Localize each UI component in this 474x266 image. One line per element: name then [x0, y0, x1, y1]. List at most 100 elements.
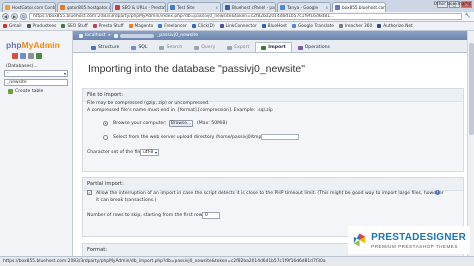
breadcrumb-server[interactable]: localhost	[85, 33, 106, 38]
tab-label: Operations	[304, 45, 330, 50]
tab-favicon-icon	[335, 5, 340, 10]
bookmark-item[interactable]: BlueHost	[261, 24, 287, 29]
tab-close-icon[interactable]: x	[324, 5, 328, 10]
browser-tab-bar: HostGator.com Control Panelxgator805.hos…	[0, 0, 474, 12]
watermark-brand: PRESTADESIGNER	[371, 232, 466, 243]
browser-tab-4[interactable]: Bluehost cPanel - passiv.ecommx	[222, 2, 276, 12]
bookmark-item[interactable]: SEO Stuff	[61, 23, 88, 29]
allow-interrupt-label: Allow the interruption of an import in c…	[96, 191, 444, 203]
bookmark-favicon-icon	[92, 24, 97, 28]
bookmark-label: Presta Stuff	[98, 23, 124, 29]
bookmark-favicon-icon	[158, 24, 163, 28]
breadcrumb-database[interactable]: _passivj0_newsite	[157, 33, 198, 38]
create-table-icon	[8, 89, 13, 94]
table-filter-input[interactable]: _newsite	[4, 79, 68, 86]
skip-rows-input[interactable]: 0	[202, 212, 220, 219]
tab-favicon-icon	[5, 5, 10, 10]
settings-icon[interactable]	[36, 53, 42, 59]
operations-icon	[297, 45, 303, 50]
bookmark-item[interactable]: Gmail	[3, 24, 22, 29]
browser-tab-3[interactable]: Test Site x	[167, 2, 221, 12]
bookmark-label: Authorize.Net	[383, 23, 413, 29]
tab-label: Query	[201, 45, 216, 50]
breadcrumb-redacted	[119, 33, 154, 38]
database-label: (Databases)...	[6, 64, 38, 69]
status-bar: https://box855.bluehost.com:2083/3rdpart…	[0, 256, 474, 266]
tab-query[interactable]: Query	[188, 42, 221, 52]
tab-label: Test Site	[177, 5, 195, 10]
bookmark-item[interactable]: Magento	[128, 23, 154, 29]
bookmark-label: Magento	[134, 23, 154, 29]
bookmark-item[interactable]: LinkConnector	[219, 24, 257, 29]
tab-operations[interactable]: Operations	[292, 42, 336, 52]
tab-label: gator805.hostgator.com	[67, 5, 111, 10]
bookmark-item[interactable]: Productees	[26, 24, 56, 29]
phpmyadmin-logo[interactable]: phpMyAdmin	[6, 40, 60, 50]
browse-computer-radio[interactable]	[103, 121, 108, 126]
import-icon	[261, 45, 267, 50]
create-table-link[interactable]: Create table	[8, 89, 43, 94]
tab-label: HostGator.com Control Panel	[12, 5, 56, 10]
tab-label: box855.bluehost.com / box855...	[342, 5, 386, 10]
bookmark-item[interactable]: Google Translate	[291, 24, 334, 29]
bookmark-favicon-icon	[377, 24, 382, 28]
back-button[interactable]: ◀	[2, 13, 9, 20]
tab-label: Structure	[98, 45, 120, 50]
tab-favicon-icon	[115, 5, 120, 10]
scrollbar-thumb[interactable]	[469, 43, 474, 135]
browser-tab-6[interactable]: box855.bluehost.com / box855...x	[332, 2, 386, 12]
database-select[interactable]: -	[4, 70, 68, 77]
tab-sql[interactable]: SQL	[125, 42, 153, 52]
reload-button[interactable]: ↻	[20, 13, 27, 20]
allow-interrupt-checkbox[interactable]	[87, 190, 92, 195]
bookmark-item[interactable]: Authorize.Net	[377, 23, 413, 29]
bookmark-favicon-icon	[338, 24, 343, 28]
server-icon	[79, 33, 83, 38]
docs-icon[interactable]	[28, 53, 34, 59]
page-title: Importing into the database "passivj0_ne…	[88, 63, 305, 75]
home-icon[interactable]	[12, 53, 18, 59]
prestadesigner-logo-icon	[353, 233, 366, 247]
bookmark-item[interactable]: Click(D)	[191, 23, 215, 29]
bookmark-label: SEO Stuff	[67, 23, 88, 29]
browse-button[interactable]: Browse...	[169, 120, 193, 127]
bookmark-item[interactable]: Ireacher 360	[338, 24, 372, 29]
tab-import[interactable]: Import	[255, 42, 292, 52]
logout-icon[interactable]	[20, 53, 26, 59]
help-info-icon[interactable]: i	[435, 190, 440, 195]
tab-export[interactable]: Export	[221, 42, 255, 52]
logo-admin-text: MyAdmin	[21, 40, 60, 50]
tab-search[interactable]: Search	[153, 42, 188, 52]
watermark-text: PRESTADESIGNER PREMIUM PRESTASHOP THEMES	[371, 232, 466, 249]
browser-tab-5[interactable]: Tanya - Google x	[277, 2, 331, 12]
webserver-file-select[interactable]	[261, 134, 299, 140]
compression-note: File may be compressed (gzip, zip) or un…	[87, 101, 210, 106]
tab-structure[interactable]: Structure	[85, 42, 125, 52]
bookmark-item[interactable]: Freelancer	[158, 24, 187, 29]
brand-designer: DESIGNER	[412, 231, 466, 243]
main-panel: localhost ▸ _passivj0_newsite Structure S…	[73, 31, 474, 256]
tab-label: Search	[166, 45, 183, 50]
browser-tab-1[interactable]: gator805.hostgator.comx	[57, 2, 111, 12]
breadcrumb-separator: ▸	[108, 33, 111, 38]
tab-label: Bluehost cPanel - passiv.ecomm	[232, 5, 275, 10]
url-input[interactable]: https://box855.bluehost.com:2083/3rdpart…	[29, 13, 462, 20]
address-bar-row: ◀ ▶ ↻ https://box855.bluehost.com:2083/3…	[0, 12, 474, 22]
forward-button[interactable]: ▶	[11, 13, 18, 20]
tab-favicon-icon	[170, 5, 175, 10]
search-icon	[159, 45, 165, 50]
browser-tab-0[interactable]: HostGator.com Control Panelx	[2, 2, 56, 12]
bookmark-favicon-icon	[191, 24, 196, 28]
bookmark-label: Click(D)	[197, 23, 215, 29]
vertical-scrollbar[interactable]	[467, 31, 474, 256]
charset-select[interactable]: utf-8	[140, 149, 159, 156]
tab-label: Import	[268, 45, 286, 50]
bookmark-favicon-icon	[261, 24, 266, 28]
browser-tab-2[interactable]: SEO & URLs - PrestaShopx	[112, 2, 166, 12]
webserver-upload-radio[interactable]	[103, 135, 108, 140]
tab-close-icon[interactable]: x	[214, 5, 218, 10]
other-bookmarks-button[interactable]: Other bookmarks	[434, 2, 471, 7]
bookmark-item[interactable]: Presta Stuff	[92, 23, 124, 29]
bookmark-favicon-icon	[128, 24, 133, 28]
wrench-menu-icon[interactable]: 🔧	[464, 13, 472, 20]
